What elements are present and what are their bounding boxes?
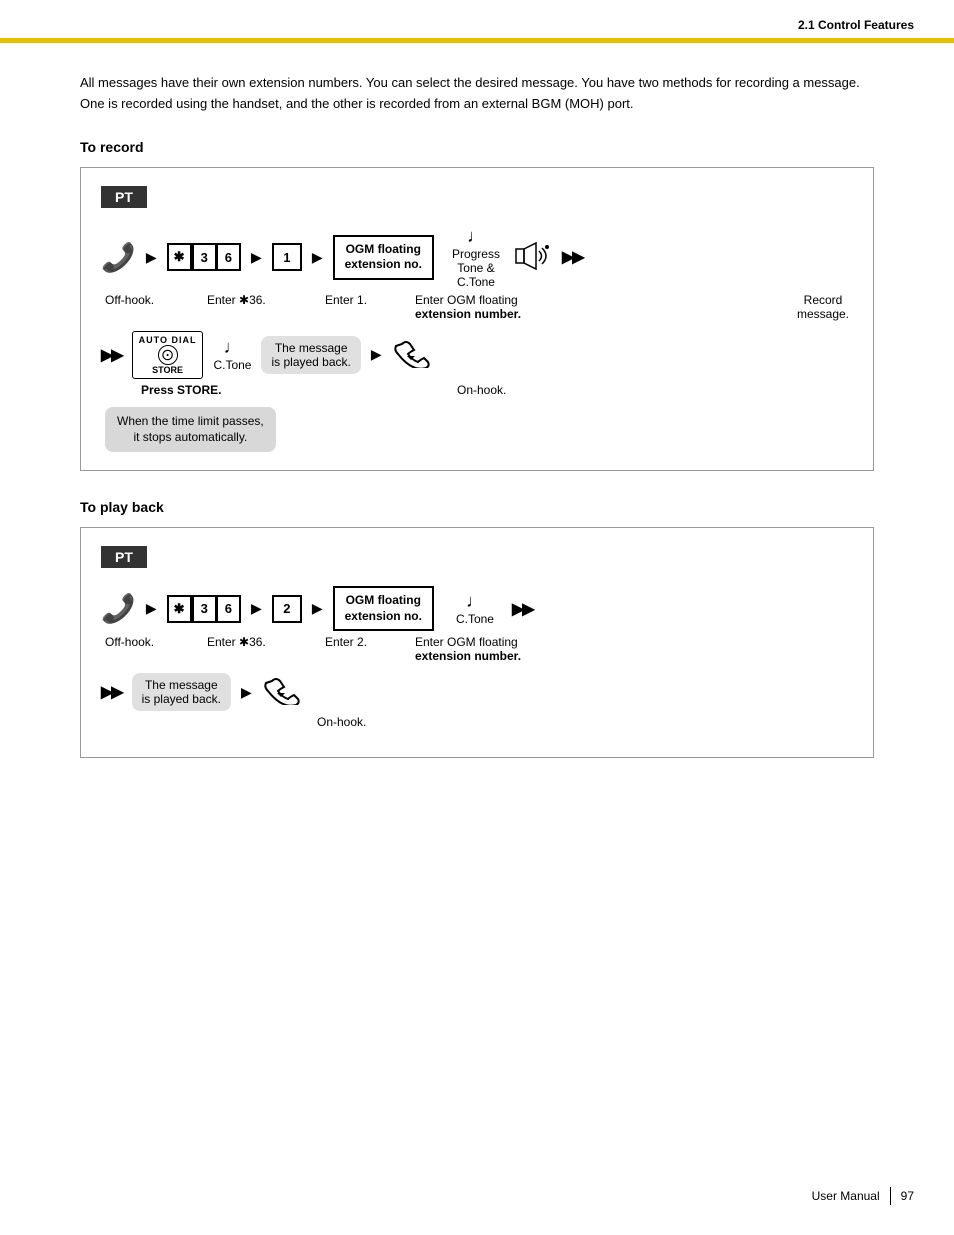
arrow4: ▶	[371, 346, 382, 363]
playback-section-title: To play back	[80, 499, 874, 515]
page-number: 97	[901, 1189, 914, 1203]
record-label: Record message.	[793, 293, 853, 321]
message-played-callout-record: The message is played back.	[261, 336, 360, 374]
arrow3: ▶	[312, 249, 323, 266]
key2-pb: 2	[272, 595, 302, 623]
onhook-phone-icon-record	[392, 336, 430, 374]
playback-section: To play back PT 📞 ▶ ✱36 ▶ 2	[80, 499, 874, 758]
offhook-label-pb: Off-hook.	[105, 635, 173, 649]
arrow2: ▶	[251, 249, 262, 266]
offhook-label: Off-hook.	[105, 293, 173, 307]
user-manual-label: User Manual	[812, 1189, 880, 1203]
double-arrow-pb2: ▶▶	[101, 682, 122, 702]
ctone-area-pb: ♩ C.Tone	[456, 591, 494, 626]
playback-row1-icons: 📞 ▶ ✱36 ▶ 2 ▶ OGM floating extension no.	[101, 586, 853, 631]
star-key-pb: ✱	[167, 595, 192, 623]
header-title: 2.1 Control Features	[798, 18, 914, 32]
intro-text: All messages have their own extension nu…	[80, 73, 874, 115]
key6-pb: 6	[216, 595, 241, 623]
ogm-box-pb: OGM floating extension no.	[333, 586, 434, 631]
press-store-label: Press STORE.	[141, 383, 241, 397]
onhook-label-pb: On-hook.	[317, 715, 366, 729]
arrow-pb4: ▶	[241, 684, 252, 701]
offhook-phone-icon: 📞	[101, 241, 136, 274]
note-area: When the time limit passes, it stops aut…	[101, 407, 853, 453]
note-bubble: When the time limit passes, it stops aut…	[105, 407, 276, 453]
page-header: 2.1 Control Features	[0, 0, 954, 40]
store-btn-icon: AUTO DIAL ⊙ STORE	[132, 331, 204, 379]
enter2-label-pb: Enter 2.	[325, 635, 385, 649]
record-row1-icons: 📞 ▶ ✱36 ▶ 1 ▶ OGM floating extension no.	[101, 226, 853, 289]
double-arrow-pb1: ▶▶	[512, 599, 533, 619]
enter-star36-label: Enter ✱36.	[207, 293, 295, 307]
record-speaker-icon	[514, 241, 552, 274]
record-row2-icons: ▶▶ AUTO DIAL ⊙ STORE ♩ C.Tone The messag…	[101, 331, 853, 379]
enter-ogm-label: Enter OGM floating extension number.	[415, 293, 535, 321]
double-arrow1: ▶▶	[562, 247, 583, 267]
key3-pb: 3	[192, 595, 216, 623]
footer-divider	[890, 1187, 891, 1205]
arrow-pb2: ▶	[251, 600, 262, 617]
page-footer: User Manual 97	[812, 1187, 914, 1205]
key3: 3	[192, 243, 216, 271]
ogm-box-record: OGM floating extension no.	[333, 235, 434, 280]
enter-ogm-label-pb: Enter OGM floating extension number.	[415, 635, 535, 663]
record-row2-labels: Press STORE. On-hook.	[101, 383, 853, 397]
page-content: All messages have their own extension nu…	[0, 43, 954, 826]
onhook-phone-icon-pb	[262, 673, 300, 711]
star36-keys-pb: ✱36	[167, 595, 241, 623]
arrow-pb3: ▶	[312, 600, 323, 617]
ctone-area2: ♩ C.Tone	[213, 337, 251, 372]
record-section: To record PT 📞 ▶ ✱36 ▶ 1	[80, 139, 874, 472]
double-arrow2: ▶▶	[101, 345, 122, 365]
record-row1-labels: Off-hook. Enter ✱36. Enter 1. Enter OGM …	[101, 293, 853, 321]
playback-row1-labels: Off-hook. Enter ✱36. Enter 2. Enter OGM …	[101, 635, 853, 663]
key1: 1	[272, 243, 302, 271]
arrow1: ▶	[146, 249, 157, 266]
enter1-label: Enter 1.	[325, 293, 385, 307]
arrow-pb1: ▶	[146, 600, 157, 617]
key6: 6	[216, 243, 241, 271]
message-played-callout-pb: The message is played back.	[132, 673, 231, 711]
enter-star36-label-pb: Enter ✱36.	[207, 635, 295, 649]
playback-row2-labels: On-hook.	[101, 715, 853, 729]
star36-keys: ✱36	[167, 243, 241, 271]
record-section-title: To record	[80, 139, 874, 155]
record-diagram-box: PT 📞 ▶ ✱36 ▶ 1 ▶ OGM floati	[80, 167, 874, 472]
progress-tone-area: ♩ Progress Tone & C.Tone	[452, 226, 500, 289]
pt-label-playback: PT	[101, 546, 853, 586]
pt-label-record: PT	[101, 186, 853, 226]
onhook-label-record: On-hook.	[457, 383, 506, 397]
playback-diagram-box: PT 📞 ▶ ✱36 ▶ 2 ▶ OGM floati	[80, 527, 874, 758]
offhook-phone-icon-pb: 📞	[101, 592, 136, 625]
playback-row2-icons: ▶▶ The message is played back. ▶	[101, 673, 853, 711]
star-key: ✱	[167, 243, 192, 271]
